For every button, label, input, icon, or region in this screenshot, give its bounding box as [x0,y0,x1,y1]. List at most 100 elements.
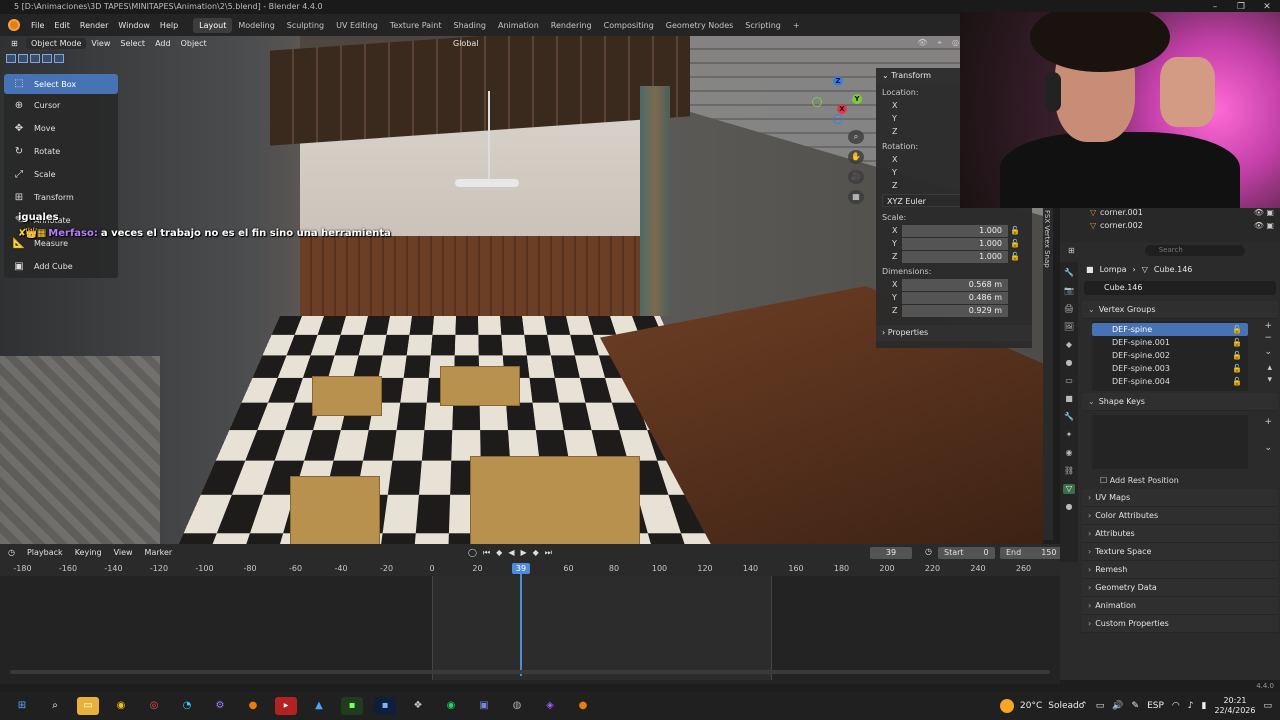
uv-maps-panel[interactable]: › UV Maps [1082,489,1278,507]
timeline-editor[interactable]: ◷ Playback Keying View Marker ◯ ⏮ ◆ ◀ ▶ … [0,544,1063,684]
scale-z-value[interactable]: 1.000 [902,250,1008,263]
pan-hand-icon[interactable]: ✋ [848,150,864,164]
mesh-name-field[interactable]: Cube.146 [1084,281,1276,295]
particles-tab-icon[interactable]: ✦ [1063,430,1075,440]
outliner-row[interactable]: ▽ corner.002 👁 ▣ [1060,219,1280,232]
tab-rendering[interactable]: Rendering [545,18,598,33]
play-icon[interactable]: ▶ [520,548,526,557]
chevron-down-icon[interactable]: ⌄ [1264,443,1272,453]
current-frame-field[interactable]: 39 [870,546,912,559]
photos-icon[interactable]: ▲ [308,697,330,715]
scale-x-field[interactable]: X 1.000 🔓 [882,224,1026,237]
select-extend-icon[interactable] [18,54,28,63]
tab-sculpting[interactable]: Sculpting [281,18,330,33]
add-workspace-icon[interactable]: + [787,18,806,33]
menu-edit[interactable]: Edit [49,21,75,30]
object-tab-icon[interactable]: ■ [1063,394,1075,404]
tool-select-box[interactable]: ⬚ Select Box [4,74,118,94]
start-frame-field[interactable]: ◷ Start 0 [925,546,995,559]
properties-search[interactable]: Search [1144,244,1245,256]
app-icon[interactable]: ❖ [407,697,429,715]
chrome-icon[interactable]: ◉ [110,697,132,715]
video-editor-icon[interactable]: ▶ [275,697,297,715]
scale-x-value[interactable]: 1.000 [902,224,1008,237]
attributes-panel[interactable]: › Attributes [1082,525,1278,543]
tab-texture-paint[interactable]: Texture Paint [384,18,448,33]
data-tab-icon[interactable]: ▽ [1063,484,1075,494]
dimensions-x-value[interactable]: 0.568 m [902,278,1008,291]
prev-keyframe-icon[interactable]: ◆ [496,548,502,557]
blender-icon[interactable]: ● [242,697,264,715]
tab-scripting[interactable]: Scripting [739,18,787,33]
twitch-icon[interactable]: ◈ [539,697,561,715]
output-tab-icon[interactable]: 🖨 [1063,304,1075,314]
list-item[interactable]: DEF-spine.001 🔓 [1092,336,1248,349]
discord-icon[interactable]: ▣ [473,697,495,715]
keying-menu[interactable]: Keying [75,548,102,557]
animation-panel[interactable]: › Animation [1082,597,1278,615]
geometry-data-panel[interactable]: › Geometry Data [1082,579,1278,597]
editor-type-icon[interactable]: ⊞ [1068,246,1075,255]
tool-scale[interactable]: ⤢ Scale [4,163,118,186]
tab-geometry-nodes[interactable]: Geometry Nodes [660,18,739,33]
spotify-icon[interactable]: ◉ [440,697,462,715]
add-menu[interactable]: Add [150,38,176,49]
jump-start-icon[interactable]: ⏮ [483,548,490,558]
dimensions-x-field[interactable]: X 0.568 m [882,278,1026,291]
gizmo-neg-y-icon[interactable] [812,97,822,107]
constraints-tab-icon[interactable]: ⛓ [1063,466,1075,476]
dimensions-z-value[interactable]: 0.929 m [902,304,1008,317]
play-reverse-icon[interactable]: ◀ [508,548,514,557]
tab-compositing[interactable]: Compositing [598,18,660,33]
blender-icon[interactable]: ● [572,697,594,715]
object-mode-dropdown[interactable]: Object Mode [26,37,87,49]
lock-icon[interactable]: 🔓 [1232,375,1242,388]
physics-tab-icon[interactable]: ◉ [1063,448,1075,458]
world-tab-icon[interactable]: ● [1063,358,1075,368]
dimensions-y-value[interactable]: 0.486 m [902,291,1008,304]
material-tab-icon[interactable]: ● [1063,502,1075,512]
pen-icon[interactable]: ✎ [1132,701,1140,711]
menu-file[interactable]: File [26,21,49,30]
weather-widget[interactable]: 20°C Soleado [1000,692,1084,720]
shape-keys-panel[interactable]: ⌄ Shape Keys [1082,393,1278,411]
add-vertex-group-icon[interactable]: + [1264,321,1272,331]
select-invert-icon[interactable] [42,54,52,63]
dimensions-z-field[interactable]: Z 0.929 m [882,304,1026,317]
modifier-tab-icon[interactable]: 🔧 [1063,412,1075,422]
gizmo-icon[interactable]: ⌖ [938,38,943,48]
next-keyframe-icon[interactable]: ◆ [533,548,539,557]
volume-icon[interactable]: ♪ [1188,701,1194,711]
chevron-down-icon[interactable]: ⌄ [1264,347,1272,357]
lock-icon[interactable]: 🔓 [1232,336,1242,349]
tab-uv-editing[interactable]: UV Editing [330,18,384,33]
view-layer-tab-icon[interactable]: 🖼 [1063,322,1075,332]
v-app-icon[interactable]: ▪ [374,697,396,715]
select-new-icon[interactable] [6,54,16,63]
render-tab-icon[interactable]: 📷 [1063,286,1075,296]
chevron-up-icon[interactable]: ⌃ [1080,701,1088,711]
remesh-panel[interactable]: › Remesh [1082,561,1278,579]
opera-icon[interactable]: ◎ [143,697,165,715]
gizmo-y-axis-icon[interactable]: Y [852,94,862,104]
texture-space-panel[interactable]: › Texture Space [1082,543,1278,561]
add-rest-position-checkbox[interactable]: ☐ Add Rest Position [1082,473,1278,489]
tool-move[interactable]: ✥ Move [4,117,118,140]
network-icon[interactable]: ▭ [1096,701,1105,711]
select-subtract-icon[interactable] [30,54,40,63]
select-menu[interactable]: Select [115,38,150,49]
scene-tab-icon[interactable]: ◆ [1063,340,1075,350]
app-icon[interactable]: ⚙ [209,697,231,715]
remove-vertex-group-icon[interactable]: − [1264,333,1272,343]
transform-orientation-dropdown[interactable]: Global [448,38,484,49]
marker-menu[interactable]: Marker [145,548,173,557]
menu-window[interactable]: Window [113,21,155,30]
move-up-icon[interactable]: ▴ [1267,363,1272,373]
collection-tab-icon[interactable]: ▭ [1063,376,1075,386]
scale-z-field[interactable]: Z 1.000 🔓 [882,250,1026,263]
lock-icon[interactable]: 🔓 [1010,252,1022,261]
menu-render[interactable]: Render [75,21,113,30]
menu-help[interactable]: Help [155,21,183,30]
gizmo-z-axis-icon[interactable]: Z [833,76,843,86]
tab-shading[interactable]: Shading [447,18,492,33]
